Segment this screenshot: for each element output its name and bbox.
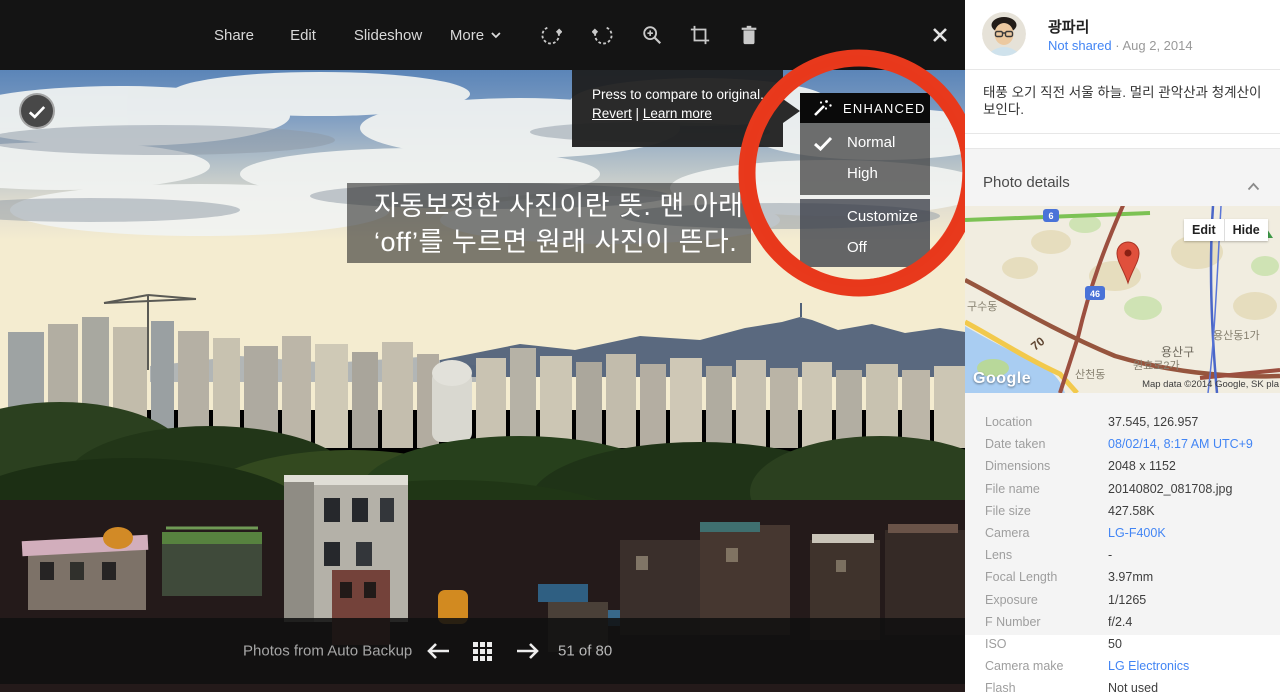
table-row: Focal Length3.97mm — [965, 566, 1280, 588]
camera-make-link[interactable]: LG Electronics — [1108, 659, 1189, 673]
table-row: Lens- — [965, 544, 1280, 566]
map-label-yongsandong: 용산동1가 — [1213, 329, 1260, 342]
location-map[interactable]: 6 46 70 구수동 산천동 원효로2가 용산구 용산동1가 — [965, 206, 1280, 393]
table-row: ISO50 — [965, 633, 1280, 655]
map-hide-button[interactable]: Hide — [1224, 219, 1268, 241]
crop-icon[interactable] — [686, 21, 714, 49]
svg-text:46: 46 — [1090, 289, 1100, 299]
enhance-option-off[interactable]: Off — [800, 232, 930, 263]
edit-button[interactable]: Edit — [290, 0, 316, 70]
photo-position-counter: 51 of 80 — [558, 643, 612, 660]
option-label: Normal — [847, 134, 895, 151]
details-sidebar: 광파리 Not shared · Aug 2, 2014 태풍 오기 직전 서울… — [965, 0, 1280, 692]
map-attribution: Map data ©2014 Google, SK pla — [1142, 379, 1279, 390]
chevron-up-icon[interactable] — [1247, 178, 1260, 196]
auto-enhance-menu: ENHANCED Normal High Customize Off — [800, 93, 930, 267]
grid-view-icon[interactable] — [469, 638, 495, 664]
camera-link[interactable]: LG-F400K — [1108, 526, 1166, 540]
table-row: F Numberf/2.4 — [965, 611, 1280, 633]
enhance-option-customize[interactable]: Customize — [800, 201, 930, 232]
share-status-link[interactable]: Not shared — [1048, 38, 1112, 53]
enhanced-label: ENHANCED — [843, 101, 926, 116]
close-icon[interactable] — [926, 21, 954, 49]
annotation-line2: ‘off’를 누르면 원래 사진이 뜬다. — [374, 224, 751, 260]
share-button[interactable]: Share — [214, 0, 254, 70]
trash-icon[interactable] — [735, 21, 763, 49]
check-icon — [813, 135, 833, 151]
link-separator: | — [636, 106, 640, 121]
user-name[interactable]: 광파리 — [1048, 16, 1089, 37]
more-menu-button[interactable]: More — [450, 0, 502, 70]
zoom-icon[interactable] — [638, 21, 666, 49]
toolbar: Share Edit Slideshow More — [0, 0, 965, 70]
table-row: File name20140802_081708.jpg — [965, 478, 1280, 500]
tooltip-message: Press to compare to original. — [592, 87, 783, 102]
photo-selected-check-icon[interactable] — [19, 93, 55, 129]
enhance-option-high[interactable]: High — [800, 158, 930, 189]
bottom-bar: Photos from Auto Backup 51 of 80 — [0, 618, 965, 684]
exif-table: Location37.545, 126.957 Date taken08/02/… — [965, 411, 1280, 692]
date-taken-link[interactable]: 08/02/14, 8:17 AM UTC+9 — [1108, 437, 1253, 451]
photo-viewer-stage: Share Edit Slideshow More Press to com — [0, 0, 965, 692]
map-label-gusu: 구수동 — [967, 300, 997, 313]
rotate-right-icon[interactable] — [589, 21, 617, 49]
photo-details-title: Photo details — [983, 174, 1070, 191]
magic-wand-icon — [812, 98, 832, 118]
table-row: File size427.58K — [965, 500, 1280, 522]
table-row: FlashNot used — [965, 677, 1280, 692]
photo-caption: 태풍 오기 직전 서울 하늘. 멀리 관악산과 청계산이 보인다. — [965, 70, 1280, 134]
table-row: Dimensions2048 x 1152 — [965, 455, 1280, 477]
route-shield-46: 46 — [1085, 286, 1105, 300]
enhance-options-group2: Customize Off — [800, 199, 930, 267]
table-row: CameraLG-F400K — [965, 522, 1280, 544]
rotate-left-icon[interactable] — [537, 21, 565, 49]
table-row: Camera makeLG Electronics — [965, 655, 1280, 677]
tooltip-arrow — [783, 99, 800, 123]
chevron-down-icon — [490, 31, 502, 39]
slideshow-button[interactable]: Slideshow — [354, 0, 422, 70]
section-spacer — [965, 134, 1280, 149]
google-logo: Google — [973, 370, 1031, 388]
more-label: More — [450, 27, 484, 44]
share-status-line: Not shared · Aug 2, 2014 — [1048, 38, 1193, 53]
option-label: Customize — [847, 208, 918, 225]
option-label: Off — [847, 239, 867, 256]
photo-details-header: Photo details — [965, 149, 1280, 206]
enhance-options-group: Normal High — [800, 123, 930, 195]
map-edit-button[interactable]: Edit — [1184, 219, 1224, 241]
enhanced-menu-header[interactable]: ENHANCED — [800, 93, 930, 123]
map-label-wonhyo: 원효로2가 — [1133, 359, 1180, 372]
option-label: High — [847, 165, 878, 182]
map-label-yongsangu: 용산구 — [1161, 345, 1194, 359]
next-photo-arrow-icon[interactable] — [515, 638, 541, 664]
table-row: Location37.545, 126.957 — [965, 411, 1280, 433]
table-row: Date taken08/02/14, 8:17 AM UTC+9 — [965, 433, 1280, 455]
map-buttons: Edit Hide — [1184, 219, 1268, 241]
annotation-line1: 자동보정한 사진이란 뜻. 맨 아래 — [374, 188, 751, 224]
user-header: 광파리 Not shared · Aug 2, 2014 — [965, 0, 1280, 70]
enhance-option-normal[interactable]: Normal — [800, 127, 930, 158]
learn-more-link[interactable]: Learn more — [643, 106, 712, 121]
album-title: Photos from Auto Backup — [243, 643, 412, 660]
map-label-sancheon: 산천동 — [1075, 367, 1105, 381]
route-shield-6: 6 — [1043, 209, 1059, 222]
photo-date: Aug 2, 2014 — [1122, 38, 1192, 53]
compare-tooltip: Press to compare to original. Revert | L… — [572, 70, 783, 147]
revert-link[interactable]: Revert — [592, 106, 632, 121]
annotation-overlay: 자동보정한 사진이란 뜻. 맨 아래 ‘off’를 누르면 원래 사진이 뜬다. — [347, 183, 751, 263]
avatar[interactable] — [982, 12, 1026, 56]
svg-text:6: 6 — [1048, 211, 1053, 221]
photo-details-section: Photo details — [965, 149, 1280, 635]
table-row: Exposure1/1265 — [965, 589, 1280, 611]
dot-separator: · — [1115, 38, 1119, 53]
previous-photo-arrow-icon[interactable] — [425, 638, 451, 664]
